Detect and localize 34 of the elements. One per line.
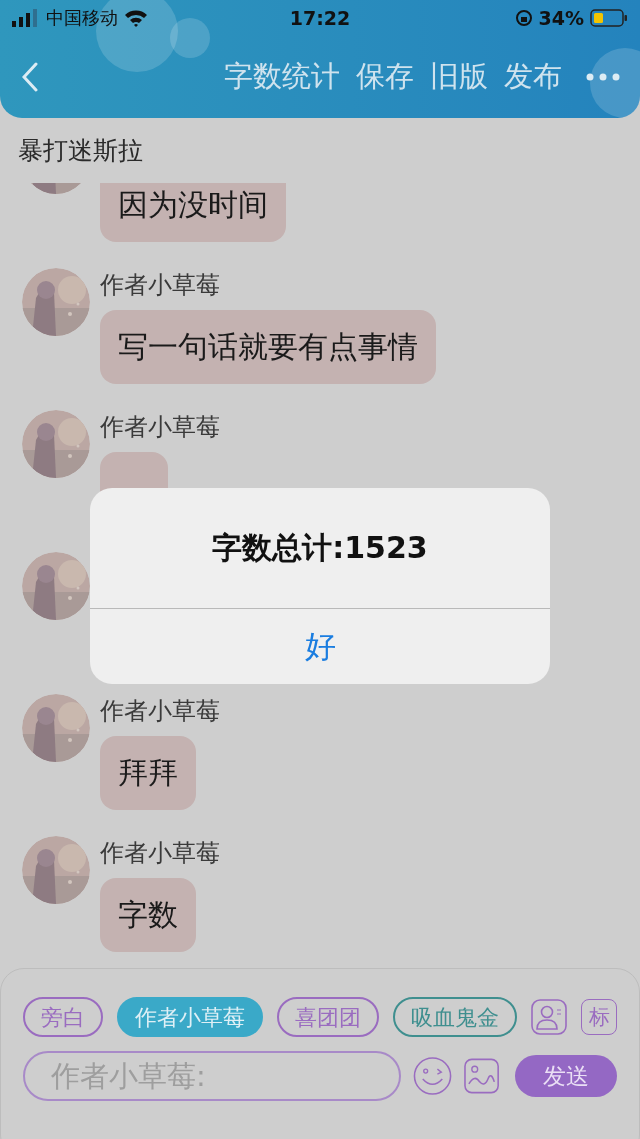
sender-name: 作者小草莓 — [100, 697, 220, 725]
ok-button[interactable]: 好 — [90, 609, 550, 684]
role-chip[interactable]: 吸血鬼金 — [393, 997, 517, 1037]
alert-title: 字数总计:1523 — [212, 528, 428, 567]
nav-action-button[interactable]: 旧版 — [430, 57, 488, 97]
signal-icon — [12, 9, 40, 27]
message-bubble: 拜拜 — [100, 736, 196, 810]
sender-name: 作者小草莓 — [100, 271, 220, 299]
more-icon[interactable] — [586, 73, 620, 81]
image-icon[interactable] — [464, 1058, 500, 1094]
chat-title: 暴打迷斯拉 — [18, 135, 143, 167]
rotation-lock-icon — [514, 9, 533, 27]
nav-action-button[interactable]: 字数统计 — [224, 57, 340, 97]
battery-percent: 34% — [538, 7, 584, 29]
nav-action-button[interactable]: 保存 — [356, 57, 414, 97]
battery-icon — [590, 9, 628, 27]
role-chip[interactable]: 旁白 — [23, 997, 103, 1037]
contact-icon[interactable] — [531, 999, 567, 1035]
emoji-icon[interactable] — [413, 1056, 453, 1096]
message-bubble: 写一句话就要有点事情 — [100, 310, 436, 384]
carrier-name: 中国移动 — [46, 6, 118, 30]
sender-name: 作者小草莓 — [100, 413, 220, 441]
nav-action-button[interactable]: 发布 — [504, 57, 562, 97]
role-chip[interactable]: 作者小草莓 — [117, 997, 263, 1037]
tag-button[interactable]: 标 — [581, 999, 617, 1035]
wifi-icon — [124, 9, 148, 27]
clock-time: 17:22 — [289, 7, 351, 29]
back-button[interactable] — [22, 62, 38, 92]
sender-name: 作者小草莓 — [100, 839, 220, 867]
message-bubble: 因为没时间 — [100, 183, 286, 242]
role-chip[interactable]: 喜团团 — [277, 997, 379, 1037]
decor-circle — [590, 48, 640, 118]
send-button[interactable]: 发送 — [515, 1055, 617, 1097]
message-bubble: 字数 — [100, 878, 196, 952]
